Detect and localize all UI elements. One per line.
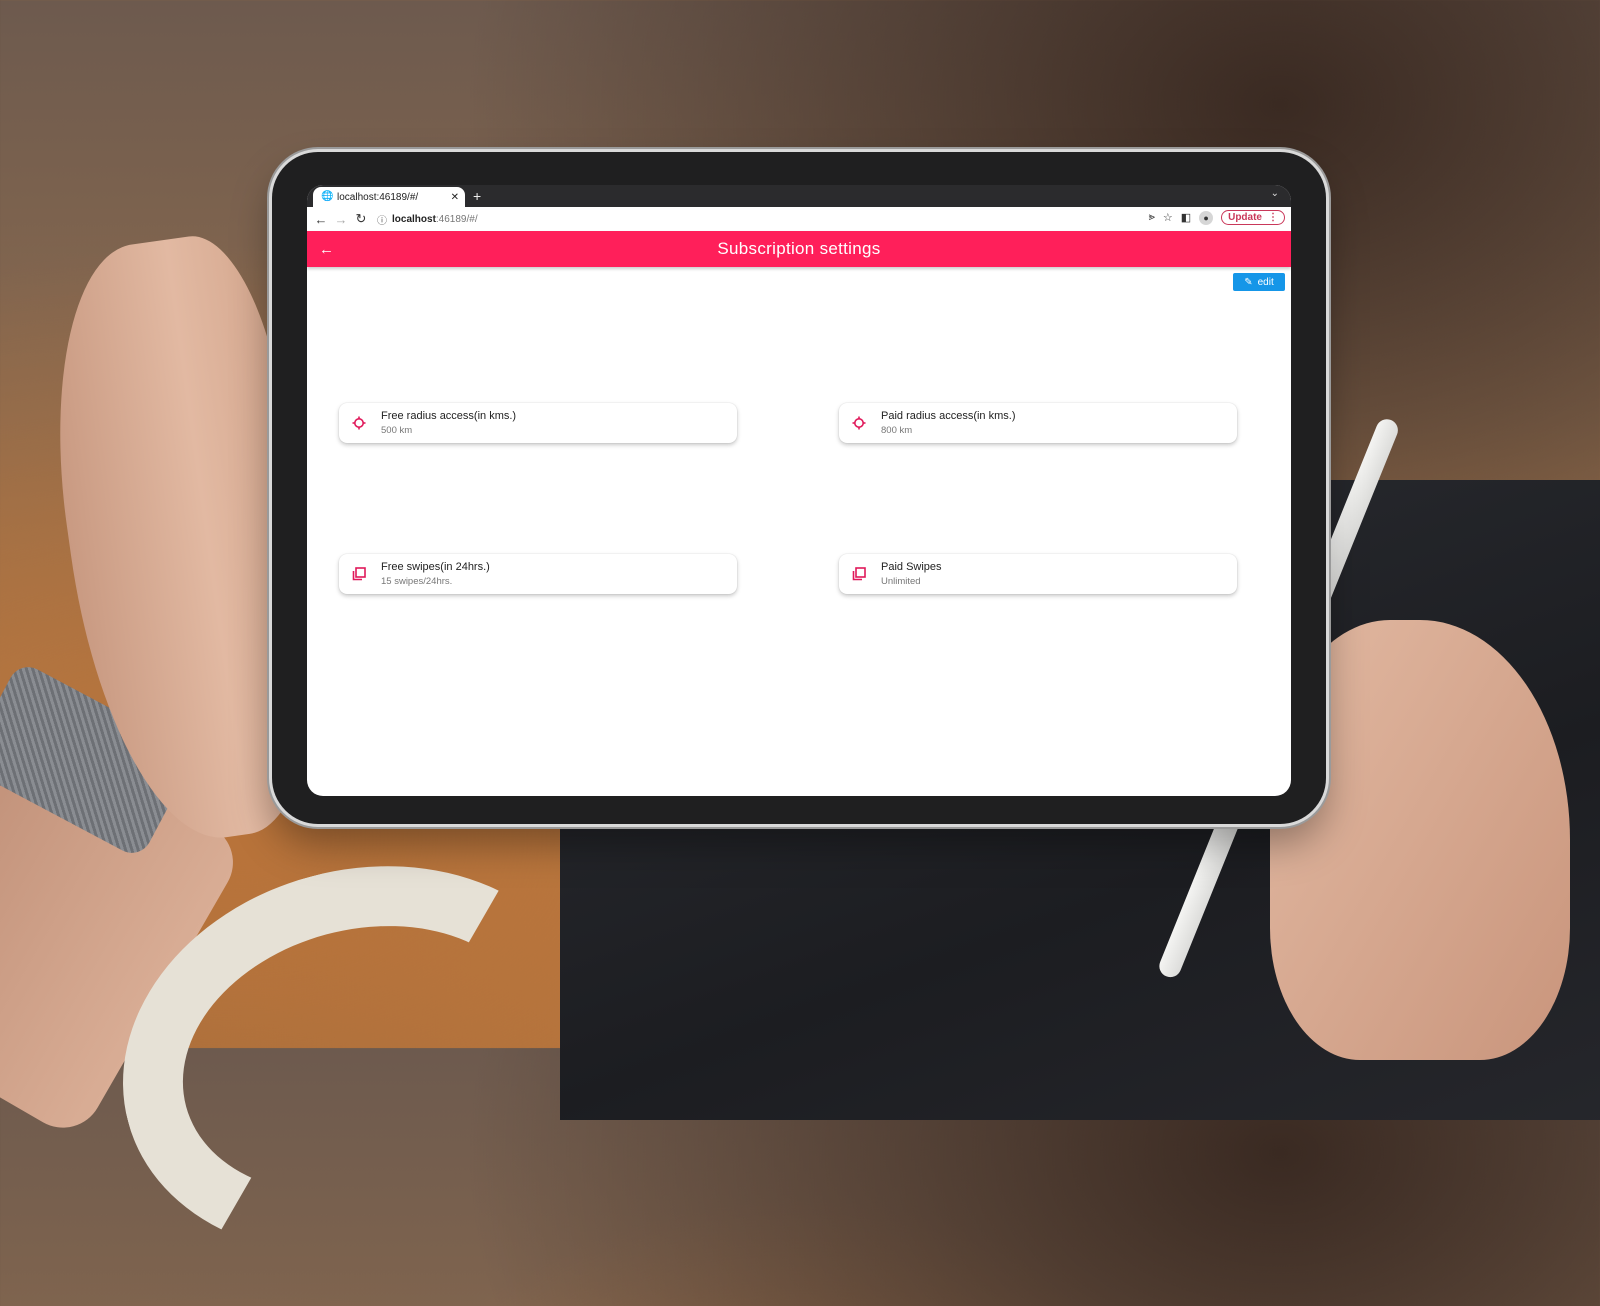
gps-target-icon [339, 416, 379, 430]
globe-icon: 🌐 [321, 191, 334, 202]
setting-card-free-swipes[interactable]: Free swipes(in 24hrs.) 15 swipes/24hrs. [339, 554, 737, 594]
url-path: :46189/#/ [435, 213, 478, 225]
forward-icon[interactable]: → [331, 212, 351, 227]
kebab-menu-icon: ⋮ [1268, 212, 1278, 223]
setting-label: Free swipes(in 24hrs.) [381, 561, 490, 573]
address-bar[interactable]: ⓘ localhost :46189/#/ [377, 212, 478, 227]
setting-label: Paid Swipes [881, 561, 942, 573]
pencil-icon: ✎ [1244, 276, 1253, 288]
page-title: Subscription settings [717, 239, 881, 258]
setting-value: 800 km [881, 425, 913, 436]
setting-value: 500 km [381, 425, 413, 436]
toolbar-actions: ⪢ ☆ ◧ ● Update ⋮ [1149, 210, 1285, 225]
update-label: Update [1228, 212, 1262, 223]
browser-toolbar: ← → ↻ ⓘ localhost :46189/#/ ⪢ ☆ ◧ ● Upda… [307, 207, 1291, 231]
gps-target-icon [839, 416, 879, 430]
library-stack-icon [339, 567, 379, 581]
reload-icon[interactable]: ↻ [351, 211, 371, 227]
browser-tab[interactable]: 🌐 localhost:46189/#/ ✕ [313, 187, 465, 207]
library-stack-icon [839, 567, 879, 581]
setting-label: Paid radius access(in kms.) [881, 410, 1016, 422]
setting-card-paid-radius[interactable]: Paid radius access(in kms.) 800 km [839, 403, 1237, 443]
tab-search-chevron-icon[interactable]: ⌄ [1271, 188, 1279, 199]
app-back-arrow-icon[interactable]: ← [319, 241, 334, 258]
setting-card-free-radius[interactable]: Free radius access(in kms.) 500 km [339, 403, 737, 443]
site-info-icon[interactable]: ⓘ [377, 212, 387, 227]
bookmark-star-icon[interactable]: ☆ [1163, 211, 1173, 224]
tablet-screen: 🌐 localhost:46189/#/ ✕ + ⌄ ← → ↻ ⓘ local… [307, 185, 1291, 796]
browser-tabstrip: 🌐 localhost:46189/#/ ✕ + ⌄ [307, 185, 1291, 207]
profile-avatar-icon[interactable]: ● [1199, 210, 1214, 225]
url-host: localhost [392, 213, 436, 225]
side-panel-icon[interactable]: ◧ [1181, 211, 1191, 224]
setting-label: Free radius access(in kms.) [381, 410, 517, 422]
app-bar: ← Subscription settings [307, 231, 1291, 267]
setting-value: 15 swipes/24hrs. [381, 576, 453, 587]
edit-button[interactable]: ✎ edit [1233, 273, 1285, 291]
setting-value: Unlimited [881, 576, 921, 587]
tablet-device: 🌐 localhost:46189/#/ ✕ + ⌄ ← → ↻ ⓘ local… [272, 152, 1326, 824]
back-icon[interactable]: ← [311, 212, 331, 227]
setting-card-paid-swipes[interactable]: Paid Swipes Unlimited [839, 554, 1237, 594]
tab-title: localhost:46189/#/ [337, 191, 419, 203]
close-tab-icon[interactable]: ✕ [451, 192, 459, 203]
share-icon[interactable]: ⪢ [1149, 211, 1155, 224]
edit-label: edit [1257, 276, 1274, 288]
new-tab-button[interactable]: + [473, 187, 481, 205]
update-button[interactable]: Update ⋮ [1221, 210, 1285, 225]
